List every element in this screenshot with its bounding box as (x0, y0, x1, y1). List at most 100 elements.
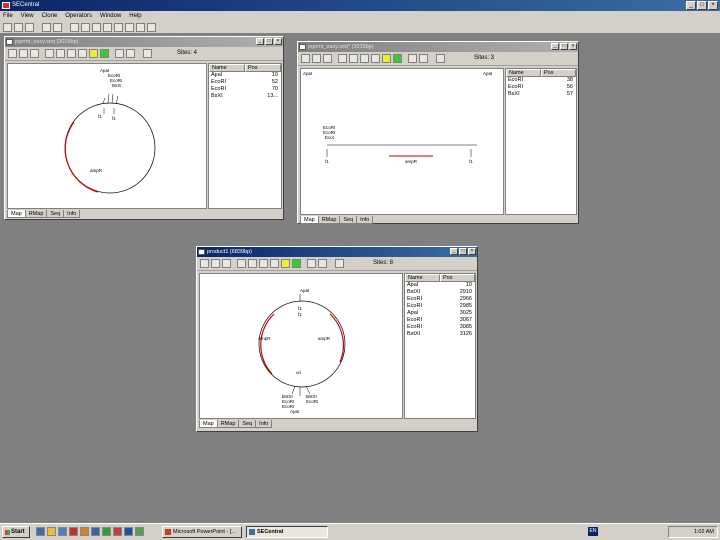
help-icon[interactable] (335, 259, 344, 268)
tool-icon[interactable] (125, 23, 134, 32)
green-tool-icon[interactable] (100, 49, 109, 58)
tool-icon[interactable] (211, 259, 220, 268)
tool-icon[interactable] (126, 49, 135, 58)
tool-icon[interactable] (248, 259, 257, 268)
tool-icon[interactable] (67, 49, 76, 58)
save-icon[interactable] (25, 23, 34, 32)
print-icon[interactable] (42, 23, 51, 32)
sites-table[interactable]: Name Pos EcoRI 38 EcoRI 56 BsXI 57 (505, 68, 577, 215)
tool-icon[interactable] (103, 23, 112, 32)
column-header-pos[interactable]: Pos (440, 274, 475, 282)
tool-icon[interactable] (408, 54, 417, 63)
language-indicator[interactable]: EN (588, 527, 598, 536)
column-header-name[interactable]: Name (506, 69, 541, 77)
tab-info[interactable]: Info (356, 216, 374, 224)
pen-icon[interactable] (200, 259, 209, 268)
table-row[interactable]: BsXI 13... (209, 93, 281, 100)
maximize-button[interactable]: □ (697, 1, 707, 10)
task-powerpoint[interactable]: Microsoft PowerPoint - [... (162, 526, 242, 538)
minimize-button[interactable]: _ (256, 38, 264, 45)
table-row[interactable]: EcoRI 56 (506, 84, 576, 91)
tab-seq[interactable]: Seq (339, 216, 358, 224)
quick-launch-icon[interactable] (47, 527, 56, 536)
tab-map[interactable]: Map (199, 420, 218, 428)
close-button[interactable]: × (708, 1, 718, 10)
table-row[interactable]: BstXI 3126 (405, 331, 475, 338)
close-button[interactable]: × (468, 248, 476, 255)
copy-icon[interactable] (81, 23, 90, 32)
close-button[interactable]: × (569, 43, 577, 50)
pen-icon[interactable] (8, 49, 17, 58)
table-row[interactable]: EcoRI 38 (506, 77, 576, 84)
minimize-button[interactable]: _ (686, 1, 696, 10)
tab-seq[interactable]: Seq (46, 210, 65, 218)
tool-icon[interactable] (360, 54, 369, 63)
tool-icon[interactable] (371, 54, 380, 63)
tool-icon[interactable] (114, 23, 123, 32)
tool-icon[interactable] (323, 54, 332, 63)
tool-icon[interactable] (56, 49, 65, 58)
print-preview-icon[interactable] (53, 23, 62, 32)
quick-launch-icon[interactable] (113, 527, 122, 536)
quick-launch-icon[interactable] (58, 527, 67, 536)
menu-clone[interactable]: Clone (42, 11, 58, 21)
column-header-name[interactable]: Name (209, 64, 245, 72)
tool-icon[interactable] (115, 49, 124, 58)
help-icon[interactable] (436, 54, 445, 63)
quick-launch-icon[interactable] (135, 527, 144, 536)
minimize-button[interactable]: _ (450, 248, 458, 255)
tool-icon[interactable] (30, 49, 39, 58)
table-row[interactable]: EcoRI 2985 (405, 303, 475, 310)
window-title-bar[interactable]: pgemt_easy.seq* (3015bp) _ □ × (298, 42, 578, 52)
new-file-icon[interactable] (3, 23, 12, 32)
tool-icon[interactable] (270, 259, 279, 268)
tab-map[interactable]: Map (300, 216, 319, 224)
yellow-tool-icon[interactable] (89, 49, 98, 58)
tab-seq[interactable]: Seq (238, 420, 257, 428)
tool-icon[interactable] (259, 259, 268, 268)
paste-icon[interactable] (92, 23, 101, 32)
window-title-bar[interactable]: product1 (6839bp) _ □ × (197, 247, 477, 257)
column-header-pos[interactable]: Pos (245, 64, 281, 72)
cut-icon[interactable] (70, 23, 79, 32)
tool-icon[interactable] (307, 259, 316, 268)
table-row[interactable]: EcoRI 3085 (405, 324, 475, 331)
table-row[interactable]: EcoRI 52 (209, 79, 281, 86)
tool-icon[interactable] (19, 49, 28, 58)
quick-launch-icon[interactable] (124, 527, 133, 536)
quick-launch-icon[interactable] (36, 527, 45, 536)
sites-table[interactable]: Name Pos ApaI 10 EcoRI 52 EcoRI 70 BsXI 13..… (208, 63, 282, 209)
tab-info[interactable]: Info (255, 420, 273, 428)
table-row[interactable]: BsXI 57 (506, 91, 576, 98)
clock[interactable]: 1:02 AM (694, 529, 714, 535)
tab-rmap[interactable]: RMap (317, 216, 341, 224)
yellow-tool-icon[interactable] (281, 259, 290, 268)
start-button[interactable]: Start (2, 526, 30, 538)
table-row[interactable]: ApaI 3025 (405, 310, 475, 317)
menu-window[interactable]: Window (100, 11, 121, 21)
quick-launch-icon[interactable] (102, 527, 111, 536)
table-row[interactable]: EcoRI 2966 (405, 296, 475, 303)
column-header-name[interactable]: Name (405, 274, 440, 282)
tool-icon[interactable] (45, 49, 54, 58)
column-header-pos[interactable]: Pos (541, 69, 576, 77)
tool-icon[interactable] (136, 23, 145, 32)
open-folder-icon[interactable] (14, 23, 23, 32)
tool-icon[interactable] (78, 49, 87, 58)
table-row[interactable]: ApaI 10 (209, 72, 281, 79)
table-row[interactable]: ApaI 10 (405, 282, 475, 289)
quick-launch-icon[interactable] (69, 527, 78, 536)
tool-icon[interactable] (349, 54, 358, 63)
yellow-tool-icon[interactable] (382, 54, 391, 63)
sites-table[interactable]: Name Pos ApaI 10 BstXI 2910 EcoRI 2966 EcoR… (404, 273, 476, 419)
tab-rmap[interactable]: RMap (216, 420, 240, 428)
close-button[interactable]: × (274, 38, 282, 45)
minimize-button[interactable]: _ (551, 43, 559, 50)
tool-icon[interactable] (222, 259, 231, 268)
menu-operators[interactable]: Operators (65, 11, 92, 21)
green-tool-icon[interactable] (292, 259, 301, 268)
maximize-button[interactable]: □ (265, 38, 273, 45)
pen-icon[interactable] (301, 54, 310, 63)
menu-file[interactable]: File (3, 11, 13, 21)
tab-map[interactable]: Map (7, 210, 26, 218)
